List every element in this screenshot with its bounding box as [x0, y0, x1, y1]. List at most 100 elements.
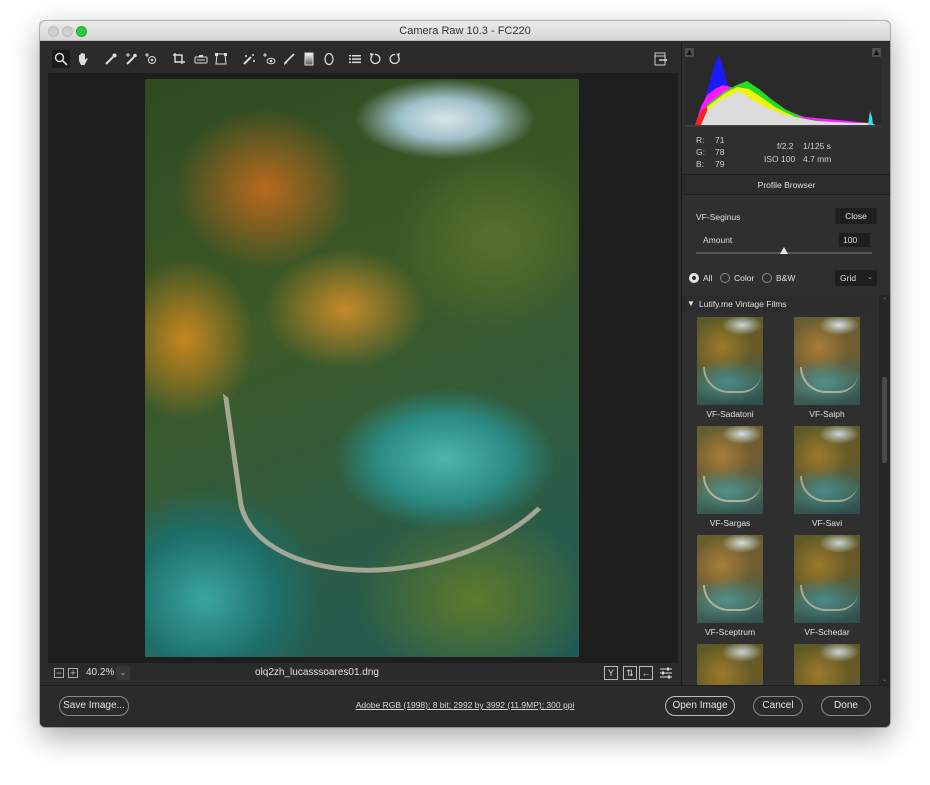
scrollbar-thumb[interactable] [882, 377, 887, 463]
zoom-in-button[interactable]: + [68, 668, 78, 678]
list-icon [349, 55, 361, 64]
scroll-up-icon[interactable]: ⌃ [880, 297, 889, 304]
toolbar [48, 47, 678, 71]
histogram: ▲ ▲ [685, 45, 881, 127]
profile-grid: VF-Sadatoni VF-Saiph VF-Sargas VF-Savi V… [682, 313, 878, 685]
profile-tile[interactable] [794, 644, 860, 685]
adjustment-brush-tool-button[interactable] [280, 50, 298, 68]
zoom-level: 40.2% [86, 667, 115, 678]
zoom-out-button[interactable]: − [54, 668, 64, 678]
filter-all-radio[interactable] [689, 273, 699, 283]
crop-tool-button[interactable] [170, 50, 188, 68]
profile-thumbnail [794, 535, 860, 623]
histogram-graph [685, 55, 881, 127]
profile-label: VF-Schedar [804, 627, 850, 637]
profile-group-label: Lutify.me Vintage Films [699, 299, 787, 309]
filter-bw-radio[interactable] [762, 273, 772, 283]
filter-color-label: Color [734, 273, 755, 283]
aperture: f/2.2 [777, 141, 794, 151]
view-mode-value: Grid [840, 273, 857, 283]
white-balance-tool-button[interactable] [102, 50, 120, 68]
g-value: 78 [715, 147, 725, 157]
profile-label: VF-Sadatoni [706, 409, 754, 419]
target-adjust-icon [145, 53, 156, 64]
rotate-right-button[interactable] [386, 50, 404, 68]
eyedropper-icon [105, 53, 117, 65]
preview-status-bar: − + 40.2% ⌄ olq2zh_lucasssoares01.dng Y … [48, 663, 678, 683]
image-boardwalk-detail [222, 346, 579, 592]
file-name: olq2zh_lucasssoares01.dng [255, 667, 379, 678]
r-label: R: [696, 135, 705, 145]
straighten-tool-button[interactable] [192, 50, 210, 68]
rotate-left-button[interactable] [366, 50, 384, 68]
preview-image[interactable] [145, 79, 579, 657]
copy-settings-button[interactable]: ← [639, 666, 653, 680]
profile-tile[interactable]: VF-Schedar [794, 535, 860, 637]
profile-tile[interactable]: VF-Saiph [794, 317, 860, 419]
spot-removal-icon [243, 54, 255, 65]
level-icon [194, 55, 208, 64]
filter-color-radio[interactable] [720, 273, 730, 283]
focal-length: 4.7 mm [803, 154, 832, 164]
preview-canvas[interactable] [48, 73, 678, 663]
view-mode-select[interactable]: Grid ⌄ [835, 270, 877, 286]
camera-raw-window: Camera Raw 10.3 - FC220 − + 40.2% ⌄ olq2… [40, 21, 890, 727]
rotate-cw-icon [389, 53, 400, 65]
before-after-view-button[interactable]: Y [604, 666, 618, 680]
sliders-icon [660, 667, 672, 679]
red-eye-tool-button[interactable] [260, 50, 278, 68]
red-eye-icon [263, 53, 276, 65]
profile-thumbnail [794, 644, 860, 685]
pixel-readout: R: 71 G: 78 B: 79 f/2.2 1/125 s ISO 100 … [682, 129, 890, 175]
filter-all-label: All [703, 273, 713, 283]
open-image-button[interactable]: Open Image [665, 696, 735, 716]
transform-icon [215, 53, 227, 65]
graduated-filter-icon [304, 52, 314, 66]
right-panel: ▲ ▲ R: 71 G: 78 B: 79 f/2.2 1/125 s ISO … [681, 43, 890, 685]
profile-thumbnail [697, 644, 763, 685]
close-profile-browser-button[interactable]: Close [835, 208, 877, 224]
profile-thumbnail [697, 317, 763, 405]
g-label: G: [696, 147, 705, 157]
profile-tile[interactable]: VF-Sceptrum [697, 535, 763, 637]
r-value: 71 [715, 135, 725, 145]
transform-tool-button[interactable] [212, 50, 230, 68]
done-button[interactable]: Done [821, 696, 871, 716]
spot-removal-tool-button[interactable] [240, 50, 258, 68]
profile-tile[interactable] [697, 644, 763, 685]
preferences-button[interactable] [346, 50, 364, 68]
scroll-down-icon[interactable]: ⌄ [880, 676, 889, 683]
window-title: Camera Raw 10.3 - FC220 [399, 25, 531, 37]
toggle-fullscreen-button[interactable] [652, 50, 670, 68]
profile-thumbnail [794, 317, 860, 405]
color-sampler-tool-button[interactable] [122, 50, 140, 68]
profile-label: VF-Sceptrum [704, 627, 756, 637]
profile-tile[interactable]: VF-Sargas [697, 426, 763, 528]
radial-filter-tool-button[interactable] [320, 50, 338, 68]
profile-tile[interactable]: VF-Sadatoni [697, 317, 763, 419]
profile-thumbnail [697, 426, 763, 514]
profile-label: VF-Saiph [809, 409, 845, 419]
histogram-cyan-spike [868, 111, 873, 125]
crop-icon [173, 53, 185, 64]
profile-thumbnail [697, 535, 763, 623]
swap-before-after-button[interactable]: ⇅ [623, 666, 637, 680]
amount-slider-thumb[interactable] [780, 247, 788, 254]
toggle-settings-button[interactable] [659, 666, 673, 680]
chevron-down-icon: ⌄ [867, 274, 873, 281]
hand-tool-button[interactable] [74, 50, 92, 68]
graduated-filter-tool-button[interactable] [300, 50, 318, 68]
targeted-adjustment-tool-button[interactable] [142, 50, 160, 68]
zoom-level-dropdown[interactable]: ⌄ [116, 666, 130, 680]
zoom-tool-button[interactable] [52, 50, 70, 68]
profile-group-header[interactable]: ▼ Lutify.me Vintage Films [682, 295, 878, 313]
cancel-button[interactable]: Cancel [753, 696, 803, 716]
iso: ISO 100 [764, 154, 796, 164]
current-profile-name: VF-Seginus [696, 212, 741, 222]
magnifier-icon [54, 52, 68, 66]
rotate-ccw-icon [370, 53, 381, 65]
profile-list-scrollbar[interactable]: ⌃ ⌄ [879, 295, 890, 685]
hand-icon [79, 53, 88, 65]
amount-input[interactable]: 100 [839, 233, 870, 247]
profile-tile[interactable]: VF-Savi [794, 426, 860, 528]
